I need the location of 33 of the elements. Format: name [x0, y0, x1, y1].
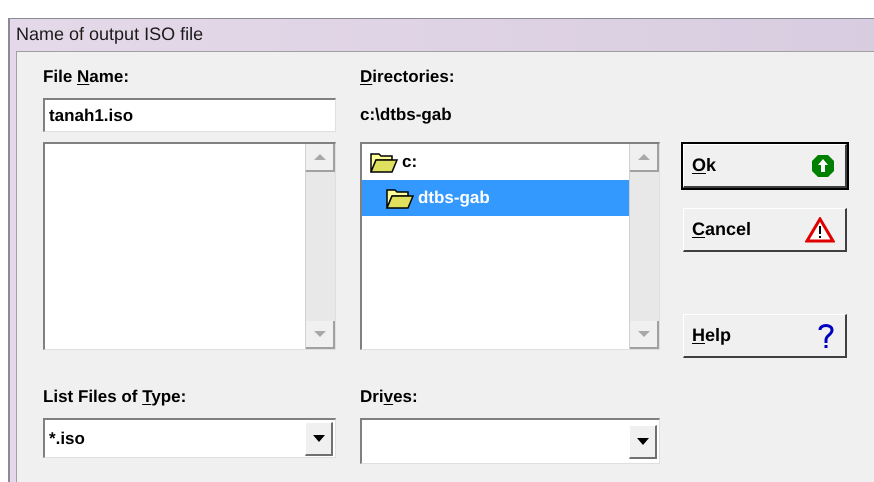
- field-label: Directories:: [360, 66, 454, 88]
- dropdown-button[interactable]: [305, 422, 333, 456]
- window-title: Name of output ISO file: [16, 23, 204, 46]
- question-mark-icon: [817, 322, 835, 350]
- cancel-button[interactable]: Cancel: [683, 208, 847, 252]
- scroll-down-button[interactable]: [306, 321, 335, 349]
- dropdown-button[interactable]: [629, 424, 657, 458]
- file-name-field[interactable]: tanah1.iso: [43, 98, 336, 132]
- scroll-up-button[interactable]: [306, 144, 335, 172]
- drives-dropdown[interactable]: [360, 418, 660, 464]
- folder-icon: [386, 187, 414, 209]
- up-arrow-icon: [314, 154, 326, 160]
- up-arrow-icon: [638, 154, 650, 160]
- ok-button[interactable]: Ok: [683, 144, 847, 188]
- file-type-dropdown[interactable]: *.iso: [43, 418, 336, 458]
- caret-icon: [312, 434, 324, 442]
- down-arrow-icon: [314, 331, 326, 337]
- current-path: c:\dtbs-gab: [360, 104, 452, 126]
- warning-icon: [805, 216, 835, 242]
- field-label: Drives:: [360, 386, 418, 408]
- file-name-input[interactable]: tanah1.iso: [49, 102, 335, 128]
- field-label: List Files of Type:: [43, 386, 186, 408]
- scroll-up-button[interactable]: [630, 144, 659, 172]
- up-arrow-icon: [811, 154, 835, 178]
- folder-icon: [370, 151, 398, 173]
- help-button[interactable]: Help: [683, 314, 847, 358]
- file-list[interactable]: [43, 142, 336, 350]
- down-arrow-icon: [638, 331, 650, 337]
- field-label: File Name:: [43, 66, 129, 88]
- caret-icon: [636, 438, 648, 444]
- directory-list[interactable]: c: dtbs-gab: [360, 142, 660, 350]
- scroll-down-button[interactable]: [630, 321, 659, 349]
- directory-item[interactable]: c:: [362, 144, 629, 180]
